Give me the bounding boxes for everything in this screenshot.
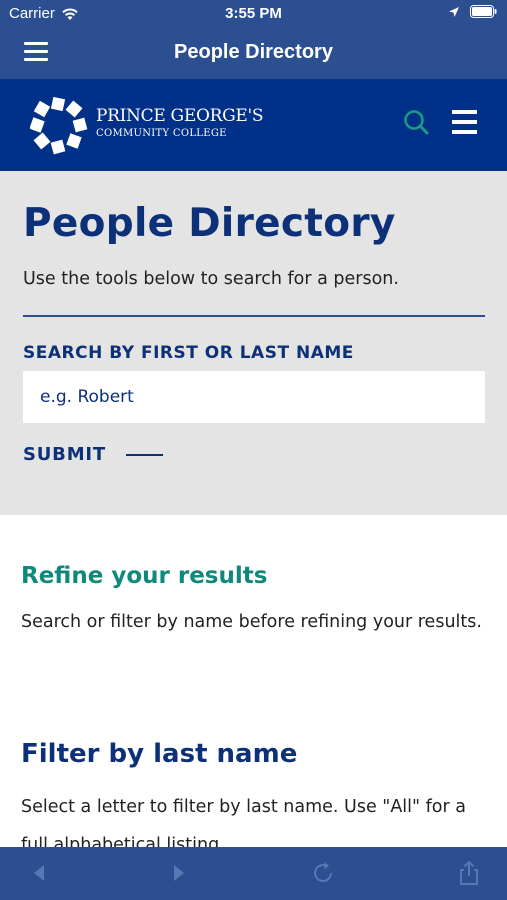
app-nav-bar: People Directory (0, 28, 507, 79)
submit-dash-icon (126, 453, 163, 456)
search-icon[interactable] (403, 109, 429, 135)
filter-heading: Filter by last name (21, 739, 298, 769)
status-bar: Carrier 3:55 PM (0, 0, 507, 28)
filter-text: Select a letter to filter by last name. … (21, 797, 466, 847)
location-icon (449, 6, 459, 17)
refresh-icon[interactable] (309, 859, 337, 887)
clock: 3:55 PM (225, 5, 282, 22)
battery-icon (470, 5, 497, 18)
search-field-label: SEARCH BY FIRST OR LAST NAME (23, 343, 354, 363)
divider (23, 315, 485, 317)
refine-text: Search or filter by name before refining… (21, 612, 482, 632)
search-panel: People Directory Use the tools below to … (0, 171, 507, 515)
hamburger-icon[interactable] (452, 110, 477, 134)
name-search-input[interactable] (23, 371, 485, 423)
logo-subtitle: COMMUNITY COLLEGE (96, 128, 227, 139)
forward-icon[interactable] (165, 859, 193, 887)
submit-button[interactable]: SUBMIT (23, 444, 163, 465)
college-logo-icon[interactable] (30, 97, 90, 155)
site-header: PRINCE GEORGE'S COMMUNITY COLLEGE (0, 79, 507, 171)
status-right (448, 5, 497, 18)
browser-toolbar (0, 847, 507, 900)
submit-label: SUBMIT (23, 444, 106, 465)
nav-title: People Directory (174, 41, 333, 63)
page-title: People Directory (23, 201, 396, 246)
refine-heading: Refine your results (21, 563, 268, 589)
intro-text: Use the tools below to search for a pers… (23, 269, 399, 289)
logo-title: PRINCE GEORGE'S (96, 106, 264, 126)
share-icon[interactable] (455, 859, 483, 887)
back-icon[interactable] (25, 859, 53, 887)
main-content: Refine your results Search or filter by … (0, 515, 507, 847)
